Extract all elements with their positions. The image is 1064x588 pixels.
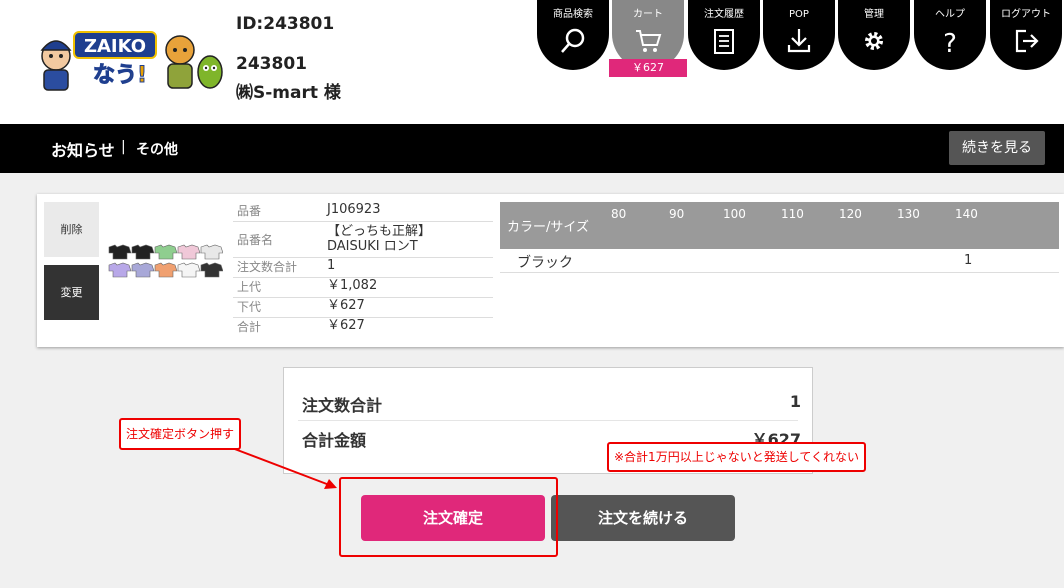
annotation-highlight-frame bbox=[339, 477, 558, 557]
nav-pop-label: POP bbox=[789, 9, 809, 20]
nav-logout-label: ログアウト bbox=[1001, 9, 1051, 20]
news-title: お知らせ bbox=[51, 141, 115, 160]
info-row-wholesale: 下代 ￥627 bbox=[233, 298, 493, 318]
info-row-qty: 注文数合計 1 bbox=[233, 258, 493, 278]
nav-admin-label: 管理 bbox=[864, 9, 884, 20]
info-value: J106923 bbox=[327, 202, 381, 217]
info-row-retail: 上代 ￥1,082 bbox=[233, 278, 493, 298]
annotation-minimum-note: ※合計1万円以上じゃないと発送してくれない bbox=[607, 442, 866, 472]
size-col: 80 bbox=[611, 207, 627, 221]
size-qty-cell: 1 bbox=[964, 253, 973, 268]
nav-history-label: 注文履歴 bbox=[704, 9, 744, 20]
info-label: 注文数合計 bbox=[237, 260, 298, 274]
summary-qty-value: 1 bbox=[789, 392, 801, 411]
size-col: 130 bbox=[897, 207, 920, 221]
read-more-button[interactable]: 続きを見る bbox=[949, 131, 1045, 165]
info-row-name: 品番名 【どっちも正解】 DAISUKI ロンT bbox=[233, 222, 493, 258]
annotation-push-note: 注文確定ボタン押す bbox=[119, 418, 242, 450]
info-label: 品番名 bbox=[237, 233, 274, 247]
summary-divider bbox=[298, 420, 798, 421]
size-col: 140 bbox=[955, 207, 978, 221]
summary-qty-label: 注文数合計 bbox=[302, 396, 383, 415]
info-label: 下代 bbox=[237, 300, 262, 314]
logout-icon bbox=[1015, 29, 1039, 53]
nav-help-button[interactable]: ヘルプ ? bbox=[914, 0, 986, 70]
color-label: ブラック bbox=[517, 255, 573, 271]
user-name: ㈱S-mart 様 bbox=[236, 83, 341, 103]
size-col: 90 bbox=[669, 207, 685, 221]
nav-search-label: 商品検索 bbox=[553, 9, 593, 20]
continue-shopping-button[interactable]: 注文を続ける bbox=[551, 495, 735, 541]
nav-help-label: ヘルプ bbox=[935, 9, 965, 20]
svg-text:?: ? bbox=[943, 29, 957, 55]
nav-logout-button[interactable]: ログアウト bbox=[990, 0, 1062, 70]
info-row-code: 品番 J106923 bbox=[233, 202, 493, 222]
size-table-header: カラー/サイズ 80 90 100 110 120 130 140 bbox=[500, 202, 1059, 249]
header: ZAIKO なう! ID:243801 243801 ㈱S-mart 様 商品検… bbox=[0, 0, 1064, 124]
svg-text:なう!: なう! bbox=[93, 63, 147, 88]
nav-pop-button[interactable]: POP bbox=[763, 0, 835, 70]
nav-search-button[interactable]: 商品検索 bbox=[537, 0, 609, 70]
user-id: ID:243801 bbox=[236, 14, 335, 34]
news-separator: | bbox=[121, 139, 126, 155]
change-button[interactable]: 変更 bbox=[44, 265, 99, 320]
info-label: 品番 bbox=[237, 204, 262, 218]
user-code: 243801 bbox=[236, 54, 307, 74]
delete-button[interactable]: 削除 bbox=[44, 202, 99, 257]
nav-history-button[interactable]: 注文履歴 bbox=[688, 0, 760, 70]
cart-icon bbox=[636, 30, 662, 52]
size-header-label: カラー/サイズ bbox=[507, 220, 589, 235]
info-label: 上代 bbox=[237, 280, 262, 294]
info-row-total: 合計 ￥627 bbox=[233, 318, 493, 338]
zaiko-logo[interactable]: ZAIKO なう! bbox=[34, 28, 224, 94]
product-thumbnail bbox=[108, 244, 223, 278]
info-value: 【どっちも正解】 DAISUKI ロンT bbox=[327, 224, 432, 254]
info-label: 合計 bbox=[237, 320, 262, 334]
summary-amount-label: 合計金額 bbox=[302, 431, 367, 450]
size-col: 110 bbox=[781, 207, 804, 221]
size-col: 120 bbox=[839, 207, 862, 221]
logo-text: ZAIKO bbox=[84, 36, 146, 57]
info-value: 1 bbox=[327, 258, 336, 273]
info-value: ￥627 bbox=[327, 318, 365, 333]
news-bar: お知らせ | その他 続きを見る bbox=[0, 124, 1064, 173]
nav-cart-label: カート bbox=[633, 9, 663, 20]
document-icon bbox=[714, 29, 734, 54]
size-table-row: ブラック 1 bbox=[500, 249, 1059, 273]
cart-amount-badge: ￥627 bbox=[609, 59, 687, 77]
shirt-thumb bbox=[108, 244, 223, 278]
info-value: ￥1,082 bbox=[327, 278, 378, 293]
news-subtitle[interactable]: その他 bbox=[136, 139, 178, 159]
size-col: 100 bbox=[723, 207, 746, 221]
cart-item-card: 削除 変更 品番 J106923 品番名 【どっちも正解】 DAISUKI ロン… bbox=[37, 194, 1064, 347]
question-icon: ? bbox=[943, 29, 957, 55]
info-value: ￥627 bbox=[327, 298, 365, 313]
search-icon bbox=[561, 28, 585, 53]
nav-admin-button[interactable]: 管理 bbox=[838, 0, 910, 70]
download-icon bbox=[787, 29, 811, 53]
gear-icon bbox=[865, 32, 883, 50]
